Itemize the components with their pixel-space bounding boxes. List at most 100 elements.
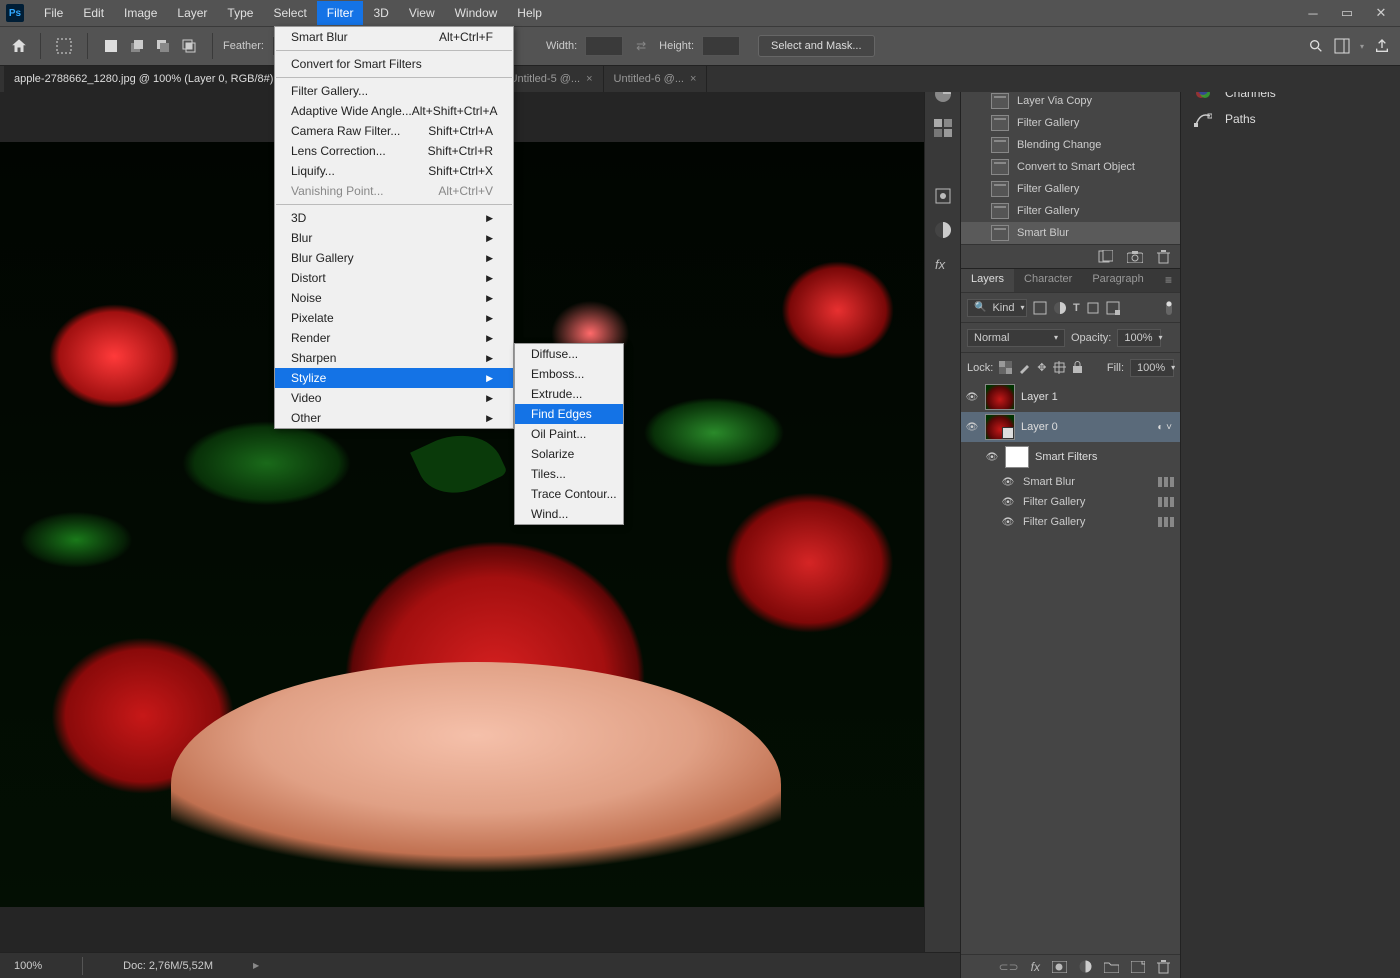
- layer-mask-icon[interactable]: [1052, 961, 1067, 973]
- visibility-toggle-icon[interactable]: 👁: [965, 392, 979, 403]
- filter-adjust-icon[interactable]: [1053, 301, 1067, 315]
- tab-close-icon[interactable]: ×: [586, 73, 592, 85]
- menu-item-diffuse[interactable]: Diffuse...: [515, 344, 623, 364]
- smart-filter-toggle-icon[interactable]: ◐ ˅: [1157, 422, 1172, 433]
- menu-item-other[interactable]: Other▶: [275, 408, 513, 428]
- menu-item-filter-gallery[interactable]: Filter Gallery...: [275, 81, 513, 101]
- menu-item-solarize[interactable]: Solarize: [515, 444, 623, 464]
- smart-filter-item[interactable]: 👁Filter Gallery: [961, 512, 1180, 532]
- visibility-toggle-icon[interactable]: 👁: [985, 452, 999, 463]
- menu-select[interactable]: Select: [263, 1, 316, 25]
- workspace-icon[interactable]: [1334, 38, 1350, 54]
- paths-panel-button[interactable]: Paths: [1181, 106, 1400, 132]
- history-item[interactable]: Smart Blur: [961, 222, 1180, 244]
- delete-layer-icon[interactable]: [1157, 960, 1170, 974]
- layers-panel-menu-icon[interactable]: ≡: [1157, 269, 1180, 292]
- layer-row[interactable]: 👁Layer 0◐ ˅: [961, 412, 1180, 442]
- menu-item-camera-raw-filter[interactable]: Camera Raw Filter...Shift+Ctrl+A: [275, 121, 513, 141]
- visibility-toggle-icon[interactable]: 👁: [1001, 497, 1015, 508]
- lock-trans-icon[interactable]: [999, 361, 1012, 374]
- menu-file[interactable]: File: [34, 1, 73, 25]
- menu-item-sharpen[interactable]: Sharpen▶: [275, 348, 513, 368]
- opacity-input[interactable]: 100%▾: [1117, 329, 1161, 347]
- history-item[interactable]: Filter Gallery: [961, 112, 1180, 134]
- visibility-toggle-icon[interactable]: 👁: [965, 422, 979, 433]
- filter-blend-options-icon[interactable]: [1158, 477, 1174, 487]
- layer-filter-kind[interactable]: 🔍Kind▾: [967, 299, 1027, 317]
- sel-sub-icon[interactable]: [150, 33, 176, 59]
- menu-item-distort[interactable]: Distort▶: [275, 268, 513, 288]
- maximize-button[interactable]: ▭: [1338, 6, 1356, 20]
- sel-new-icon[interactable]: [98, 33, 124, 59]
- menu-item-find-edges[interactable]: Find Edges: [515, 404, 623, 424]
- menu-item-tiles[interactable]: Tiles...: [515, 464, 623, 484]
- share-icon[interactable]: [1374, 38, 1390, 54]
- menu-image[interactable]: Image: [114, 1, 167, 25]
- menu-layer[interactable]: Layer: [167, 1, 217, 25]
- home-button[interactable]: [8, 35, 30, 57]
- menu-view[interactable]: View: [399, 1, 445, 25]
- workspace-chevron-icon[interactable]: ▾: [1360, 42, 1364, 51]
- filter-smart-icon[interactable]: [1106, 301, 1120, 315]
- menu-item-blur[interactable]: Blur▶: [275, 228, 513, 248]
- sel-add-icon[interactable]: [124, 33, 150, 59]
- menu-item-stylize[interactable]: Stylize▶: [275, 368, 513, 388]
- styles-icon[interactable]: fx: [933, 254, 953, 274]
- delete-state-icon[interactable]: [1157, 250, 1170, 264]
- new-doc-from-state-icon[interactable]: [1098, 250, 1113, 263]
- smart-filter-item[interactable]: 👁Smart Blur: [961, 472, 1180, 492]
- menu-type[interactable]: Type: [217, 1, 263, 25]
- menu-item-3d[interactable]: 3D▶: [275, 208, 513, 228]
- search-icon[interactable]: [1308, 38, 1324, 54]
- snapshot-icon[interactable]: [1127, 251, 1143, 263]
- layer-thumbnail[interactable]: [985, 384, 1015, 410]
- libraries-icon[interactable]: [933, 186, 953, 206]
- filter-toggle-icon[interactable]: [1164, 300, 1174, 316]
- menu-edit[interactable]: Edit: [73, 1, 114, 25]
- menu-window[interactable]: Window: [445, 1, 508, 25]
- swatches-icon[interactable]: [933, 118, 953, 138]
- history-item[interactable]: Filter Gallery: [961, 178, 1180, 200]
- document-tab[interactable]: Untitled-6 @...×: [604, 66, 708, 92]
- document-tab[interactable]: apple-2788662_1280.jpg @ 100% (Layer 0, …: [4, 66, 292, 92]
- menu-item-liquify[interactable]: Liquify...Shift+Ctrl+X: [275, 161, 513, 181]
- select-and-mask-button[interactable]: Select and Mask...: [758, 35, 875, 57]
- document-tab[interactable]: Untitled-5 @...×: [500, 66, 604, 92]
- menu-item-wind[interactable]: Wind...: [515, 504, 623, 524]
- layer-fx-icon[interactable]: fx: [1031, 960, 1040, 974]
- menu-help[interactable]: Help: [507, 1, 552, 25]
- link-layers-icon[interactable]: ⊂⊃: [999, 960, 1019, 974]
- swap-wh-icon[interactable]: ⇄: [631, 39, 651, 53]
- menu-item-noise[interactable]: Noise▶: [275, 288, 513, 308]
- layer-name[interactable]: Layer 1: [1021, 391, 1058, 403]
- lock-paint-icon[interactable]: [1018, 361, 1031, 374]
- filter-blend-options-icon[interactable]: [1158, 497, 1174, 507]
- tab-character[interactable]: Character: [1014, 269, 1082, 292]
- doc-info-chevron-icon[interactable]: ▶: [253, 961, 259, 970]
- tab-paragraph[interactable]: Paragraph: [1082, 269, 1153, 292]
- history-item[interactable]: Filter Gallery: [961, 200, 1180, 222]
- zoom-level[interactable]: 100%: [14, 960, 42, 972]
- filter-blend-options-icon[interactable]: [1158, 517, 1174, 527]
- adjustment-layer-icon[interactable]: [1079, 960, 1092, 973]
- smart-filter-item[interactable]: 👁Filter Gallery: [961, 492, 1180, 512]
- fill-input[interactable]: 100%▾: [1130, 359, 1174, 377]
- doc-size[interactable]: Doc: 2,76M/5,52M: [123, 960, 213, 972]
- menu-item-video[interactable]: Video▶: [275, 388, 513, 408]
- filter-shape-icon[interactable]: [1086, 301, 1100, 315]
- smart-filters-header[interactable]: 👁Smart Filters: [961, 442, 1180, 472]
- filter-mask-thumbnail[interactable]: [1005, 446, 1029, 468]
- height-input[interactable]: [702, 36, 740, 56]
- tab-close-icon[interactable]: ×: [690, 73, 696, 85]
- history-item[interactable]: Convert to Smart Object: [961, 156, 1180, 178]
- menu-3d[interactable]: 3D: [363, 1, 398, 25]
- menu-item-trace-contour[interactable]: Trace Contour...: [515, 484, 623, 504]
- tab-layers[interactable]: Layers: [961, 269, 1014, 292]
- menu-item-oil-paint[interactable]: Oil Paint...: [515, 424, 623, 444]
- adjustments-icon[interactable]: [933, 220, 953, 240]
- layer-row[interactable]: 👁 Layer 1: [961, 382, 1180, 412]
- minimize-button[interactable]: ─: [1304, 6, 1322, 20]
- filter-pixel-icon[interactable]: [1033, 301, 1047, 315]
- lock-all-icon[interactable]: [1072, 361, 1083, 374]
- layer-thumbnail[interactable]: [985, 414, 1015, 440]
